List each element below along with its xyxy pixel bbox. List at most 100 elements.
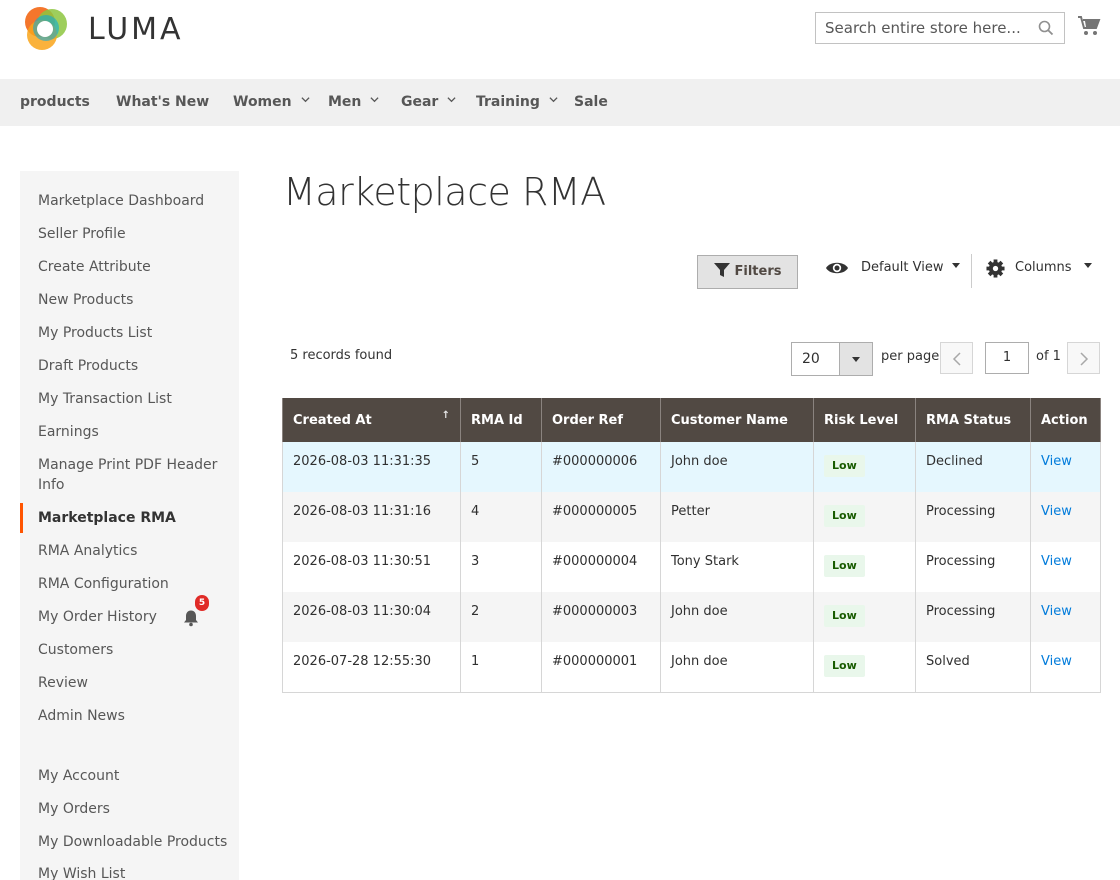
sidebar-item-draft-products[interactable]: Draft Products <box>38 356 228 376</box>
nav-item-sale[interactable]: Sale <box>574 79 608 126</box>
column-header-risk-level[interactable]: Risk Level <box>813 398 916 442</box>
view-link[interactable]: View <box>1041 554 1072 569</box>
nav-item-products[interactable]: products <box>20 79 90 126</box>
nav-label: Gear <box>401 94 439 110</box>
sidebar-item-my-downloadable-products[interactable]: My Downloadable Products <box>38 832 228 852</box>
column-header-created-at[interactable]: Created At ↑ <box>282 398 461 442</box>
nav-label: Sale <box>574 94 608 110</box>
page-header: LUMA <box>0 0 1120 79</box>
records-found: 5 records found <box>290 348 393 363</box>
cell-order-ref: #000000004 <box>541 542 661 592</box>
cell-order-ref: #000000001 <box>541 642 661 693</box>
cell-rma-status: Processing <box>915 542 1031 592</box>
cell-order-ref: #000000003 <box>541 592 661 642</box>
chevron-right-icon <box>1080 352 1089 366</box>
sidebar-item-review[interactable]: Review <box>38 673 228 693</box>
nav-label: products <box>20 94 90 110</box>
gear-icon <box>986 259 1005 278</box>
table-row[interactable]: 2026-08-03 11:31:16 4 #000000005 Petter … <box>282 492 1101 542</box>
columns-label: Columns <box>1015 260 1072 275</box>
sidebar-item-earnings[interactable]: Earnings <box>38 422 228 442</box>
chevron-left-icon <box>952 352 961 366</box>
page-title: Marketplace RMA <box>283 170 606 214</box>
table-row[interactable]: 2026-08-03 11:30:04 2 #000000003 John do… <box>282 592 1101 642</box>
column-label: Order Ref <box>552 412 624 428</box>
sidebar-item-marketplace-dashboard[interactable]: Marketplace Dashboard <box>38 191 228 211</box>
filters-label: Filters <box>734 264 782 279</box>
cell-rma-id: 2 <box>460 592 542 642</box>
cell-rma-id: 1 <box>460 642 542 693</box>
sidebar-item-marketplace-rma[interactable]: Marketplace RMA <box>38 508 228 528</box>
sidebar-item-my-wish-list[interactable]: My Wish List <box>38 864 228 880</box>
caret-down-icon <box>1083 263 1092 268</box>
sidebar-item-my-orders[interactable]: My Orders <box>38 799 228 819</box>
cell-action: View <box>1030 642 1101 693</box>
filters-button[interactable]: Filters <box>697 255 798 289</box>
per-page-select[interactable]: 20 <box>791 342 873 376</box>
cell-order-ref: #000000006 <box>541 442 661 492</box>
sidebar-item-my-account[interactable]: My Account <box>38 766 228 786</box>
column-header-order-ref[interactable]: Order Ref <box>541 398 661 442</box>
column-header-rma-status[interactable]: RMA Status <box>915 398 1031 442</box>
per-page-value: 20 <box>802 351 820 367</box>
sidebar-item-manage-print-pdf-header-info[interactable]: Manage Print PDF Header Info <box>38 455 228 495</box>
sidebar-item-my-order-history[interactable]: My Order History 5 <box>38 595 228 627</box>
cell-risk-level: Low <box>813 592 916 642</box>
cell-rma-status: Processing <box>915 592 1031 642</box>
previous-page-button[interactable] <box>940 342 973 374</box>
column-label: Action <box>1041 412 1088 428</box>
column-header-customer-name[interactable]: Customer Name <box>660 398 814 442</box>
nav-item-women[interactable]: Women <box>233 79 310 126</box>
search-icon[interactable] <box>1038 20 1054 36</box>
sidebar-item-customers[interactable]: Customers <box>38 640 228 660</box>
next-page-button[interactable] <box>1067 342 1100 374</box>
luma-logo[interactable]: LUMA <box>20 4 190 54</box>
column-label: Customer Name <box>671 412 788 428</box>
account-sidebar: Marketplace Dashboard Seller Profile Cre… <box>20 171 239 880</box>
luma-logo-icon <box>25 7 67 50</box>
table-row[interactable]: 2026-08-03 11:31:35 5 #000000006 John do… <box>282 442 1101 492</box>
nav-item-training[interactable]: Training <box>476 79 558 126</box>
active-item-indicator <box>20 503 23 533</box>
column-label: RMA Status <box>926 412 1012 428</box>
cell-customer-name: John doe <box>660 642 814 693</box>
search-input[interactable] <box>816 13 1026 43</box>
view-link[interactable]: View <box>1041 454 1072 469</box>
table-header-row: Created At ↑ RMA Id Order Ref Customer Na… <box>282 398 1101 442</box>
sort-arrow-icon: ↑ <box>441 410 450 421</box>
cell-created-at: 2026-08-03 11:31:16 <box>282 492 461 542</box>
nav-item-whats-new[interactable]: What's New <box>116 79 209 126</box>
cell-rma-status: Solved <box>915 642 1031 693</box>
chevron-down-icon <box>447 97 456 103</box>
cell-risk-level: Low <box>813 642 916 693</box>
nav-item-gear[interactable]: Gear <box>401 79 456 126</box>
sidebar-item-create-attribute[interactable]: Create Attribute <box>38 257 228 277</box>
sidebar-item-my-transaction-list[interactable]: My Transaction List <box>38 389 228 409</box>
cart-icon[interactable] <box>1077 14 1101 38</box>
sidebar-item-seller-profile[interactable]: Seller Profile <box>38 224 228 244</box>
toolbar-divider <box>971 254 972 288</box>
cell-risk-level: Low <box>813 442 916 492</box>
chevron-down-icon <box>549 97 558 103</box>
cell-action: View <box>1030 542 1101 592</box>
column-header-rma-id[interactable]: RMA Id <box>460 398 542 442</box>
sidebar-item-rma-analytics[interactable]: RMA Analytics <box>38 541 228 561</box>
sidebar-item-label: My Order History <box>38 609 157 625</box>
current-page-input[interactable]: 1 <box>985 342 1029 374</box>
sidebar-item-my-products-list[interactable]: My Products List <box>38 323 228 343</box>
sidebar-item-rma-configuration[interactable]: RMA Configuration <box>38 574 228 594</box>
cell-created-at: 2026-08-03 11:30:51 <box>282 542 461 592</box>
table-row[interactable]: 2026-07-28 12:55:30 1 #000000001 John do… <box>282 642 1101 693</box>
view-link[interactable]: View <box>1041 504 1072 519</box>
nav-item-men[interactable]: Men <box>328 79 379 126</box>
view-link[interactable]: View <box>1041 654 1072 669</box>
sidebar-item-new-products[interactable]: New Products <box>38 290 228 310</box>
cell-action: View <box>1030 442 1101 492</box>
chevron-down-icon <box>370 97 379 103</box>
column-label: Created At <box>293 412 372 428</box>
sidebar-item-admin-news[interactable]: Admin News <box>38 706 228 726</box>
cell-created-at: 2026-08-03 11:30:04 <box>282 592 461 642</box>
per-page-dropdown-toggle[interactable] <box>839 343 872 375</box>
table-row[interactable]: 2026-08-03 11:30:51 3 #000000004 Tony St… <box>282 542 1101 592</box>
view-link[interactable]: View <box>1041 604 1072 619</box>
